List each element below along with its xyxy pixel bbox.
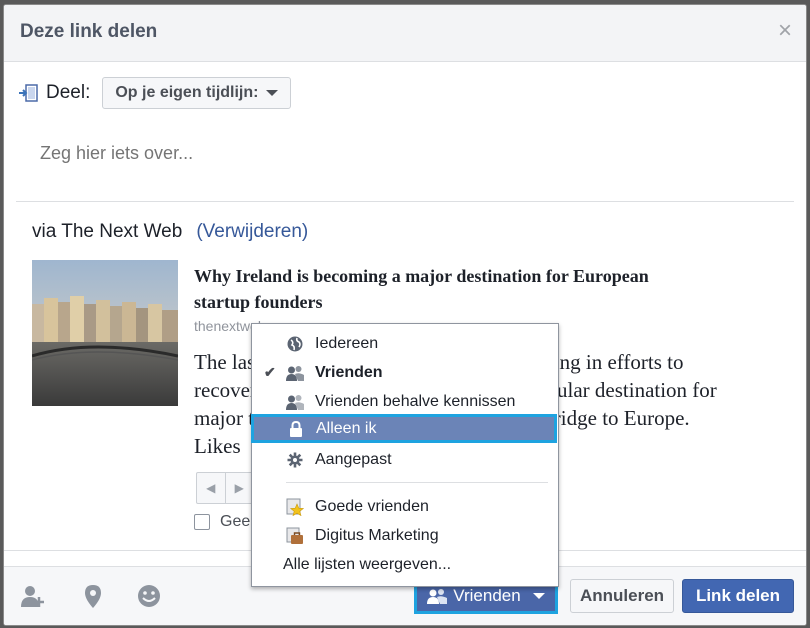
star-list-icon (286, 498, 304, 516)
audience-menu: Iedereen ✔ Vrienden Vrienden behalve ken… (251, 323, 559, 587)
article-title[interactable]: Why Ireland is becoming a major destinat… (194, 263, 664, 315)
next-thumbnail-button[interactable]: ▶ (226, 473, 254, 503)
share-link-button[interactable]: Link delen (682, 579, 794, 613)
audience-option-digitus-marketing[interactable]: Digitus Marketing (252, 521, 556, 550)
audience-option-label: Iedereen (315, 334, 379, 352)
friends-icon (427, 589, 448, 604)
share-arrow-icon (19, 84, 38, 102)
audience-option-label: Goede vrienden (315, 497, 429, 515)
checkmark-icon: ✔ (264, 364, 276, 380)
feeling-smiley-icon[interactable] (136, 583, 162, 609)
cancel-button[interactable]: Annuleren (570, 579, 674, 613)
audience-option-everyone[interactable]: Iedereen (252, 329, 556, 358)
location-pin-icon[interactable] (80, 583, 106, 609)
previous-thumbnail-button[interactable]: ◀ (197, 473, 226, 503)
briefcase-list-icon (286, 527, 304, 545)
share-target-dropdown[interactable]: Op je eigen tijdlijn: (102, 77, 292, 109)
share-target-label: Deel: (46, 82, 91, 103)
show-all-lists-label: Alle lijsten weergeven... (283, 555, 452, 573)
gear-icon (286, 451, 304, 469)
chevron-down-icon (266, 90, 279, 96)
source-name: via The Next Web (32, 221, 183, 242)
dialog-title: Deze link delen (20, 21, 158, 42)
audience-option-custom[interactable]: Aangepast (252, 445, 556, 474)
menu-separator (286, 482, 548, 483)
message-input[interactable] (40, 143, 760, 164)
share-link-dialog: Deze link delen × Deel: Op je eigen tijd… (3, 4, 807, 626)
divider (16, 201, 794, 202)
source-line: via The Next Web (Verwijderen) (32, 221, 308, 243)
chevron-down-icon (532, 593, 545, 599)
audience-option-friends-except[interactable]: Vrienden behalve kennissen (252, 387, 556, 416)
lock-icon (287, 420, 305, 438)
thumbnail-pager: ◀ ▶ (196, 472, 254, 504)
article-thumbnail (32, 260, 178, 406)
audience-option-label: Aangepast (315, 450, 392, 468)
share-target-value: Op je eigen tijdlijn: (115, 84, 259, 101)
audience-option-label: Alleen ik (316, 419, 377, 437)
audience-option-label: Vrienden (315, 363, 383, 381)
share-target-row: Deel: Op je eigen tijdlijn: (18, 77, 292, 109)
audience-option-close-friends[interactable]: Goede vrienden (252, 492, 556, 521)
friends-icon (286, 364, 304, 382)
remove-link[interactable]: (Verwijderen) (196, 221, 308, 242)
audience-option-friends[interactable]: ✔ Vrienden (252, 358, 556, 387)
dialog-header: Deze link delen × (4, 5, 806, 62)
tag-friends-icon[interactable] (20, 583, 46, 609)
audience-option-only-me[interactable]: Alleen ik (251, 414, 557, 443)
friends-except-icon (286, 393, 304, 411)
audience-selector-label: Vrienden (453, 586, 521, 605)
globe-icon (286, 335, 304, 353)
show-all-lists-option[interactable]: Alle lijsten weergeven... (252, 550, 556, 579)
audience-option-label: Vrienden behalve kennissen (315, 392, 516, 410)
audience-option-label: Digitus Marketing (315, 526, 439, 544)
no-thumbnail-checkbox[interactable] (194, 514, 210, 530)
close-icon[interactable]: × (778, 17, 792, 45)
